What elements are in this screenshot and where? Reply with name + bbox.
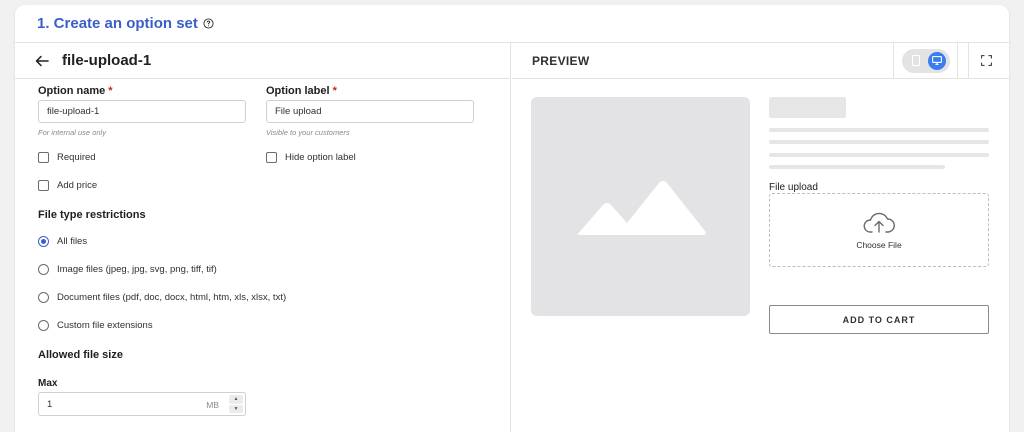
hide-label-checkbox[interactable] [266, 152, 277, 163]
fullscreen-button[interactable] [968, 43, 1004, 78]
file-type-title: File type restrictions [38, 209, 146, 221]
product-image-placeholder [531, 97, 750, 316]
page-title: 1. Create an option set [37, 15, 198, 32]
preview-header: PREVIEW [512, 43, 1009, 79]
option-editor-panel: file-upload-1 Option name * file-upload-… [15, 43, 511, 432]
option-name-input[interactable]: file-upload-1 [38, 100, 246, 123]
required-mark: * [108, 85, 113, 97]
max-size-label: Max [38, 378, 58, 389]
option-title: file-upload-1 [62, 52, 152, 69]
size-unit: MB [206, 400, 219, 410]
skeleton-line [769, 140, 989, 144]
option-name-label: Option name * [38, 85, 113, 97]
max-size-input[interactable]: 1 MB ▲ ▼ [38, 392, 246, 416]
hide-label-checkbox-label: Hide option label [285, 152, 356, 163]
cloud-upload-icon [863, 210, 895, 234]
choose-file-text: Choose File [856, 240, 902, 250]
skeleton-line [769, 128, 989, 132]
option-name-hint: For internal use only [38, 128, 106, 137]
add-price-checkbox-label: Add price [57, 180, 98, 191]
skeleton-title [769, 97, 846, 118]
size-stepper[interactable]: ▲ ▼ [229, 395, 243, 413]
radio-image-files-label: Image files (jpeg, jpg, svg, png, tiff, … [57, 264, 217, 275]
radio-button[interactable] [38, 264, 49, 275]
radio-document-files[interactable]: Document files (pdf, doc, docx, html, ht… [38, 292, 286, 303]
device-toggle[interactable] [901, 48, 950, 73]
required-mark: * [332, 85, 337, 97]
image-placeholder-icon [573, 175, 709, 239]
help-circle-icon[interactable] [203, 18, 215, 30]
required-checkbox-row[interactable]: Required [38, 152, 96, 163]
required-checkbox-label: Required [57, 152, 96, 163]
preview-panel: PREVIEW File upload Choose File ADD TO C… [512, 43, 1009, 432]
max-size-value: 1 [47, 399, 53, 410]
radio-document-files-label: Document files (pdf, doc, docx, html, ht… [57, 292, 287, 303]
arrow-left-icon[interactable] [35, 53, 51, 69]
radio-custom-extensions[interactable]: Custom file extensions [38, 320, 153, 331]
desktop-icon[interactable] [927, 51, 946, 70]
add-price-checkbox[interactable] [38, 180, 49, 191]
stepper-up-icon[interactable]: ▲ [229, 395, 243, 404]
radio-button[interactable] [38, 292, 49, 303]
file-size-title: Allowed file size [38, 349, 123, 361]
option-label-hint: Visible to your customers [266, 128, 350, 137]
option-label-label-text: Option label [266, 85, 330, 97]
mobile-icon[interactable] [908, 53, 924, 69]
radio-image-files[interactable]: Image files (jpeg, jpg, svg, png, tiff, … [38, 264, 217, 275]
expand-icon [981, 55, 992, 66]
radio-all-files-label: All files [57, 236, 88, 247]
radio-all-files[interactable]: All files [38, 236, 87, 247]
device-toggle-container [893, 43, 958, 78]
card-header: 1. Create an option set [15, 5, 1009, 43]
preview-title: PREVIEW [532, 53, 590, 68]
option-label-input[interactable]: File upload [266, 100, 474, 123]
radio-button-selected[interactable] [38, 236, 49, 247]
option-set-card: 1. Create an option set file-upload-1 Op… [15, 5, 1009, 432]
upload-label: File upload [769, 182, 818, 193]
option-name-value: file-upload-1 [47, 106, 100, 117]
add-price-checkbox-row[interactable]: Add price [38, 180, 97, 191]
radio-custom-extensions-label: Custom file extensions [57, 320, 153, 331]
editor-header: file-upload-1 [15, 43, 510, 79]
file-upload-dropzone[interactable]: Choose File [769, 193, 989, 267]
option-name-label-text: Option name [38, 85, 106, 97]
option-label-value: File upload [275, 106, 322, 117]
option-label-label: Option label * [266, 85, 337, 97]
skeleton-line [769, 165, 945, 169]
hide-label-checkbox-row[interactable]: Hide option label [266, 152, 356, 163]
skeleton-line [769, 153, 989, 157]
stepper-down-icon[interactable]: ▼ [229, 404, 243, 413]
add-to-cart-button[interactable]: ADD TO CART [769, 305, 989, 334]
radio-button[interactable] [38, 320, 49, 331]
required-checkbox[interactable] [38, 152, 49, 163]
